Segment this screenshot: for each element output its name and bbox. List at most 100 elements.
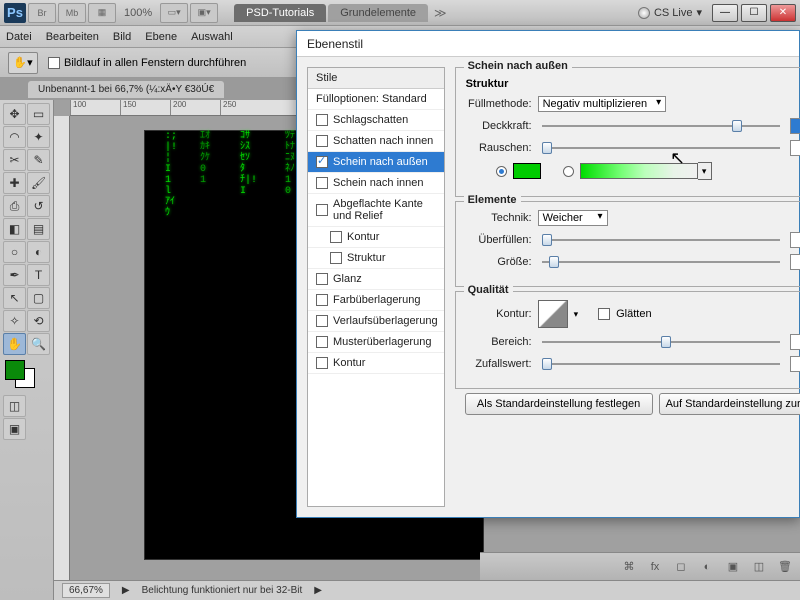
technik-dropdown[interactable]: Weicher (538, 210, 608, 226)
foreground-color[interactable] (5, 360, 25, 380)
style-item[interactable]: Farbüberlagerung (308, 290, 444, 311)
color-swatches[interactable] (3, 360, 50, 390)
size-value[interactable]: 4 (790, 254, 800, 270)
checkbox-icon[interactable] (316, 315, 328, 327)
make-default-button[interactable]: Als Standardeinstellung festlegen (465, 393, 653, 415)
history-brush-tool[interactable]: ↺ (27, 195, 50, 217)
move-tool[interactable]: ✥ (3, 103, 26, 125)
checkbox-icon[interactable] (330, 252, 342, 264)
zoom-display[interactable]: 100% (124, 7, 152, 19)
minibridge-button[interactable]: Mb (58, 3, 86, 23)
type-tool[interactable]: T (27, 264, 50, 286)
dodge-tool[interactable]: ◐ (27, 241, 50, 263)
checkbox-icon[interactable] (316, 204, 328, 216)
style-item[interactable]: Verlaufsüberlagerung (308, 311, 444, 332)
style-item[interactable]: Schein nach innen (308, 173, 444, 194)
document-tab[interactable]: Unbenannt-1 bei 66,7% (¼:xÄ•Y €3öÚ€ (28, 81, 224, 98)
gradient-preview[interactable] (580, 163, 698, 179)
contour-picker[interactable] (538, 300, 568, 328)
screenmode-button[interactable]: ▣▾ (190, 3, 218, 23)
checkbox-icon[interactable] (316, 294, 328, 306)
menu-bearbeiten[interactable]: Bearbeiten (46, 31, 99, 43)
jitter-value[interactable]: 0 (790, 356, 800, 372)
quickmask-toggle[interactable]: ◫ (3, 395, 26, 417)
checkbox-icon[interactable] (330, 231, 342, 243)
scroll-all-windows[interactable]: Bildlauf in allen Fenstern durchführen (48, 57, 246, 69)
eraser-tool[interactable]: ◧ (3, 218, 26, 240)
lasso-tool[interactable]: ◠ (3, 126, 26, 148)
pen-tool[interactable]: ✒ (3, 264, 26, 286)
fx-icon[interactable]: fx (646, 559, 664, 575)
blend-mode-dropdown[interactable]: Negativ multiplizieren (538, 96, 667, 112)
gradient-dropdown-icon[interactable]: ▾ (698, 162, 712, 180)
checkbox-icon[interactable] (316, 177, 328, 189)
adjustment-icon[interactable]: ◐ (698, 559, 716, 575)
3d-camera-tool[interactable]: ⟲ (27, 310, 50, 332)
range-slider[interactable] (542, 341, 780, 343)
shape-tool[interactable]: ▢ (27, 287, 50, 309)
status-zoom[interactable]: 66,67% (62, 583, 110, 598)
tab-psd-tutorials[interactable]: PSD-Tutorials (234, 4, 326, 22)
style-item[interactable]: Schatten nach innen (308, 131, 444, 152)
tab-grundelemente[interactable]: Grundelemente (328, 4, 428, 22)
arrange-button[interactable]: ▭▾ (160, 3, 188, 23)
style-item[interactable]: Glanz (308, 269, 444, 290)
style-item[interactable]: Struktur (308, 248, 444, 269)
link-icon[interactable]: ⌘ (620, 559, 638, 575)
noise-slider[interactable] (542, 147, 780, 149)
style-item[interactable]: Schein nach außen (308, 152, 444, 173)
more-tabs-icon[interactable]: ≫ (434, 6, 447, 20)
opacity-slider[interactable] (542, 125, 780, 127)
range-value[interactable]: 50 (790, 334, 800, 350)
menu-datei[interactable]: Datei (6, 31, 32, 43)
checkbox-icon[interactable] (316, 357, 328, 369)
zoom-tool[interactable]: 🔍 (27, 333, 50, 355)
minimize-button[interactable]: ― (712, 4, 738, 22)
menu-bild[interactable]: Bild (113, 31, 131, 43)
checkbox-icon[interactable] (316, 336, 328, 348)
brush-tool[interactable]: 🖌 (27, 172, 50, 194)
menu-ebene[interactable]: Ebene (145, 31, 177, 43)
jitter-slider[interactable] (542, 363, 780, 365)
gradient-radio[interactable] (563, 166, 574, 177)
hand-tool[interactable]: ✋ (3, 333, 26, 355)
view-extras-button[interactable]: ▦ (88, 3, 116, 23)
bridge-button[interactable]: Br (28, 3, 56, 23)
path-tool[interactable]: ↖ (3, 287, 26, 309)
fill-options[interactable]: Fülloptionen: Standard (308, 89, 444, 110)
close-button[interactable]: ✕ (770, 4, 796, 22)
checkbox-icon[interactable] (316, 273, 328, 285)
style-item[interactable]: Abgeflachte Kante und Relief (308, 194, 444, 227)
maximize-button[interactable]: ☐ (741, 4, 767, 22)
antialias-checkbox[interactable] (598, 308, 610, 320)
marquee-tool[interactable]: ▭ (27, 103, 50, 125)
checkbox-icon[interactable] (316, 156, 328, 168)
style-item[interactable]: Musterüberlagerung (308, 332, 444, 353)
color-radio[interactable] (496, 166, 507, 177)
checkbox-icon[interactable] (316, 135, 328, 147)
cs-live[interactable]: CS Live ▾ (638, 6, 702, 19)
opacity-value[interactable]: 80 (790, 118, 800, 134)
style-item[interactable]: Kontur (308, 227, 444, 248)
crop-tool[interactable]: ✂ (3, 149, 26, 171)
size-slider[interactable] (542, 261, 780, 263)
gradient-tool[interactable]: ▤ (27, 218, 50, 240)
mask-icon[interactable]: ◻ (672, 559, 690, 575)
reset-default-button[interactable]: Auf Standardeinstellung zurücksetzen (659, 393, 800, 415)
screenmode-toggle[interactable]: ▣ (3, 418, 26, 440)
new-layer-icon[interactable]: ◫ (750, 559, 768, 575)
group-icon[interactable]: ▣ (724, 559, 742, 575)
style-item[interactable]: Kontur (308, 353, 444, 374)
glow-color-swatch[interactable] (513, 163, 541, 179)
checkbox-icon[interactable] (48, 57, 60, 69)
spread-value[interactable]: 0 (790, 232, 800, 248)
3d-tool[interactable]: ✧ (3, 310, 26, 332)
trash-icon[interactable]: 🗑 (776, 559, 794, 575)
checkbox-icon[interactable] (316, 114, 328, 126)
menu-auswahl[interactable]: Auswahl (191, 31, 233, 43)
noise-value[interactable]: 0 (790, 140, 800, 156)
stamp-tool[interactable]: ⎙ (3, 195, 26, 217)
blur-tool[interactable]: ○ (3, 241, 26, 263)
heal-tool[interactable]: ✚ (3, 172, 26, 194)
style-item[interactable]: Schlagschatten (308, 110, 444, 131)
